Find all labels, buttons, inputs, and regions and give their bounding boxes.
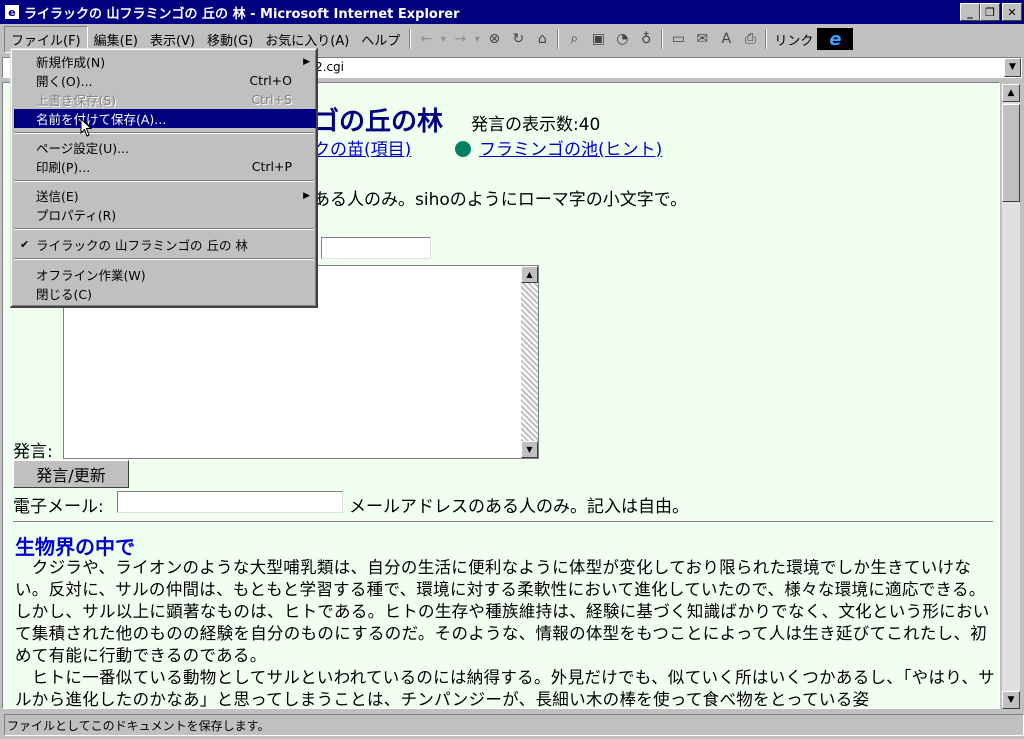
menu-shortcut: Ctrl+S bbox=[251, 92, 292, 107]
print-icon[interactable]: ⎙ bbox=[738, 28, 762, 50]
links-label[interactable]: リンク bbox=[770, 30, 817, 49]
scroll-down-icon[interactable]: ▼ bbox=[1002, 691, 1020, 709]
post-count: 発言の表示数:40 bbox=[471, 115, 601, 135]
paragraph: ヒトに一番似ている動物としてサルといわれているのには納得する。外見だけでも、似て… bbox=[15, 668, 995, 709]
name-note: ある人のみ。sihoのようにローマ字の小文字で。 bbox=[313, 190, 688, 210]
status-bar: ファイルとしてこのドキュメントを保存します。 bbox=[0, 711, 1024, 739]
menu-item-save-as[interactable]: 名前を付けて保存(A)... bbox=[14, 109, 316, 128]
menu-item-current-page[interactable]: ✔ ライラックの 山フラミンゴの 丘の 林 bbox=[14, 235, 316, 254]
page-scrollbar[interactable]: ▲ ▼ bbox=[1002, 84, 1020, 709]
menu-item-close[interactable]: 閉じる(C) bbox=[14, 284, 316, 303]
ie-logo-icon: e bbox=[817, 28, 854, 50]
history-icon[interactable]: ◔ bbox=[610, 28, 634, 50]
link-hints[interactable]: フラミンゴの池(ヒント) bbox=[455, 135, 662, 160]
window-title: ライラックの 山フラミンゴの 丘の 林 - Microsoft Internet… bbox=[24, 6, 460, 22]
fullscreen-icon[interactable]: ▭ bbox=[666, 28, 690, 50]
file-menu-dropdown: 新規作成(N) ▶ 開く(O)... Ctrl+O 上書き保存(S) Ctrl+S 名… bbox=[10, 48, 318, 308]
menu-item-label: ライラックの 山フラミンゴの 丘の 林 bbox=[36, 238, 248, 253]
email-note: メールアドレスのある人のみ。記入は自由。 bbox=[349, 497, 689, 517]
back-icon[interactable]: ← bbox=[414, 28, 438, 50]
forward-icon[interactable]: → bbox=[448, 28, 472, 50]
menu-item-page-setup[interactable]: ページ設定(U)... bbox=[14, 138, 316, 157]
check-icon: ✔ bbox=[20, 238, 30, 251]
menu-separator bbox=[14, 132, 314, 134]
menu-item-label: 閉じる(C) bbox=[36, 287, 92, 302]
status-text: ファイルとしてこのドキュメントを保存します。 bbox=[4, 714, 1024, 736]
article-body: クジラや、ライオンのような大型哺乳類は、自分の生活に便利なように体型が変化してお… bbox=[15, 557, 995, 709]
menu-help[interactable]: ヘルプ bbox=[355, 27, 406, 52]
channels-icon[interactable]: ♁ bbox=[634, 28, 658, 50]
menu-item-print[interactable]: 印刷(P)... Ctrl+P bbox=[14, 157, 316, 176]
textarea-scroll-up-icon[interactable]: ▲ bbox=[521, 266, 538, 283]
page-title: ゴの丘の林 bbox=[313, 107, 444, 137]
forward-dropdown-icon[interactable]: ▾ bbox=[472, 28, 482, 50]
favorites-icon[interactable]: ▣ bbox=[586, 28, 610, 50]
menu-item-open[interactable]: 開く(O)... Ctrl+O bbox=[14, 71, 316, 90]
menu-separator bbox=[14, 228, 314, 230]
menu-item-label: 印刷(P)... bbox=[36, 160, 91, 175]
mail-icon[interactable]: ✉ bbox=[690, 28, 714, 50]
link-topics[interactable]: クの苗(項目) bbox=[313, 135, 411, 160]
restore-button[interactable]: ❐ bbox=[980, 3, 1000, 21]
email-input[interactable] bbox=[117, 491, 343, 513]
paragraph: クジラや、ライオンのような大型哺乳類は、自分の生活に便利なように体型が変化してお… bbox=[15, 558, 990, 665]
menu-item-label: 開く(O)... bbox=[36, 74, 93, 89]
address-value: 2.cgi bbox=[315, 60, 344, 74]
mouse-cursor-icon bbox=[80, 118, 93, 137]
menu-item-work-offline[interactable]: オフライン作業(W) bbox=[14, 265, 316, 284]
toolbar-separator bbox=[557, 29, 560, 49]
submenu-arrow-icon: ▶ bbox=[303, 56, 310, 67]
email-label: 電子メール: bbox=[13, 497, 104, 517]
menu-item-label: プロパティ(R) bbox=[36, 208, 117, 223]
submit-button[interactable]: 発言/更新 bbox=[13, 460, 129, 488]
menu-separator bbox=[14, 258, 314, 260]
menu-item-properties[interactable]: プロパティ(R) bbox=[14, 205, 316, 224]
scroll-thumb[interactable] bbox=[1002, 104, 1020, 202]
font-icon[interactable]: A bbox=[714, 28, 738, 50]
menu-item-save: 上書き保存(S) Ctrl+S bbox=[14, 90, 316, 109]
menu-item-label: 新規作成(N) bbox=[36, 55, 106, 70]
menu-shortcut: Ctrl+O bbox=[249, 73, 292, 88]
green-dot-icon bbox=[455, 141, 471, 157]
home-icon[interactable]: ⌂ bbox=[530, 28, 554, 50]
submenu-arrow-icon: ▶ bbox=[303, 190, 310, 201]
address-dropdown-icon[interactable]: ▼ bbox=[1004, 57, 1021, 77]
link-hints-label: フラミンゴの池(ヒント) bbox=[479, 140, 663, 160]
speech-label: 発言: bbox=[13, 442, 53, 462]
menu-item-new[interactable]: 新規作成(N) ▶ bbox=[14, 52, 316, 71]
textarea-scroll-down-icon[interactable]: ▼ bbox=[521, 441, 538, 458]
menu-item-label: オフライン作業(W) bbox=[36, 268, 146, 283]
stop-icon[interactable]: ⊗ bbox=[482, 28, 506, 50]
toolbar-separator bbox=[409, 29, 412, 49]
divider bbox=[13, 521, 993, 523]
menu-item-label: ページ設定(U)... bbox=[36, 141, 130, 156]
back-dropdown-icon[interactable]: ▾ bbox=[438, 28, 448, 50]
toolbar-separator bbox=[765, 29, 768, 49]
minimize-button[interactable]: _ bbox=[960, 3, 980, 21]
menu-item-label: 送信(E) bbox=[36, 189, 79, 204]
menu-shortcut: Ctrl+P bbox=[251, 159, 292, 174]
menu-item-send[interactable]: 送信(E) ▶ bbox=[14, 186, 316, 205]
menu-item-label: 名前を付けて保存(A)... bbox=[36, 112, 167, 127]
title-bar: e ライラックの 山フラミンゴの 丘の 林 - Microsoft Intern… bbox=[0, 0, 1024, 24]
close-button[interactable]: ✕ bbox=[1002, 3, 1022, 21]
section-title: 生物界の中で bbox=[15, 535, 135, 559]
menu-separator bbox=[14, 180, 314, 182]
scroll-up-icon[interactable]: ▲ bbox=[1002, 84, 1020, 102]
ie-page-icon: e bbox=[4, 4, 20, 20]
menu-item-label: 上書き保存(S) bbox=[36, 93, 117, 108]
refresh-icon[interactable]: ↻ bbox=[506, 28, 530, 50]
toolbar-separator bbox=[661, 29, 664, 49]
textarea-scrollbar[interactable]: ▲ ▼ bbox=[521, 266, 538, 458]
name-input[interactable] bbox=[321, 237, 431, 259]
search-icon[interactable]: ⌕ bbox=[562, 28, 586, 50]
